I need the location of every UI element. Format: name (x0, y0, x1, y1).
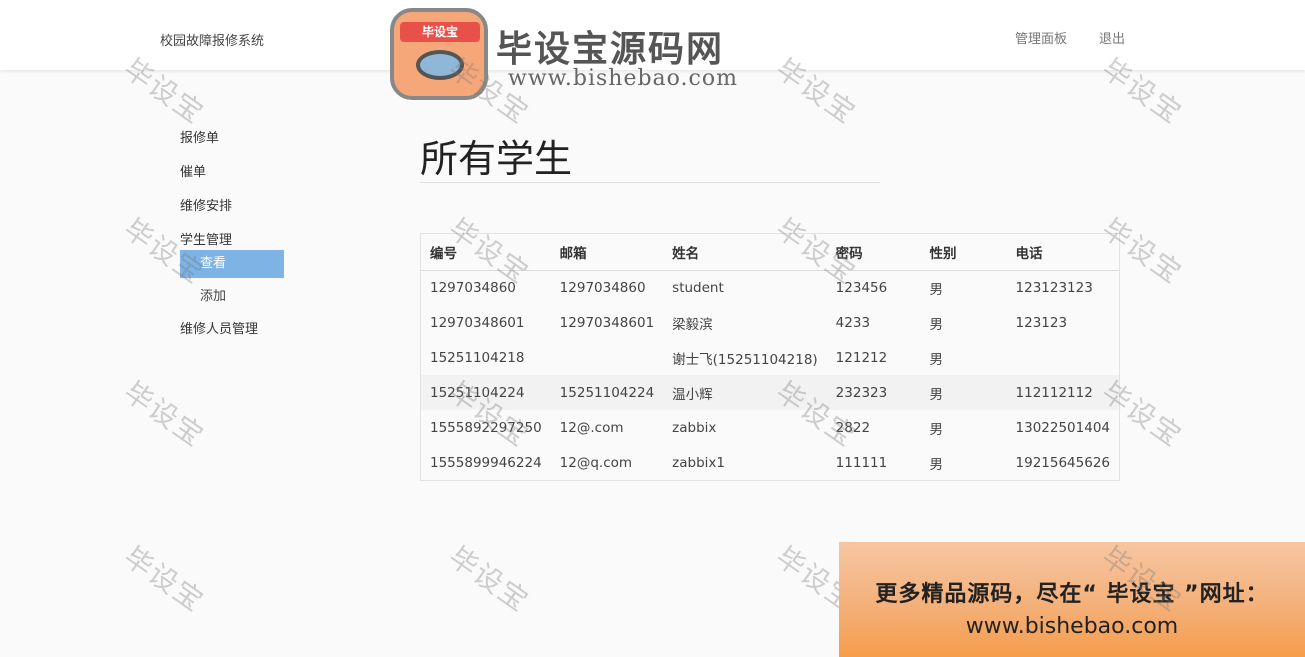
watermark-url: www.bishebao.com (508, 66, 738, 91)
watermark-badge-icon: 毕设宝 (390, 8, 488, 100)
nav-logout-link[interactable]: 退出 (1099, 28, 1125, 47)
cell-email: 15251104224 (550, 375, 664, 410)
table-row[interactable]: 1297034860 1297034860 student 123456 男 1… (421, 270, 1119, 305)
cell-password: 4233 (835, 314, 871, 331)
column-header-id: 编号 (421, 234, 551, 271)
column-header-password: 密码 (826, 234, 921, 271)
cell-id: 15251104224 (421, 375, 551, 410)
cell-email: 1297034860 (559, 279, 646, 296)
cell-phone: 112112112 (1006, 375, 1119, 410)
title-divider (420, 182, 880, 183)
cell-phone: 123123123 (1015, 279, 1093, 296)
cell-password: 123456 (835, 279, 888, 296)
watermark-logo: 毕设宝 毕设宝源码网 www.bishebao.com (390, 6, 770, 102)
table-row[interactable]: 12970348601 12970348601 梁毅滨 4233 男 12312… (421, 305, 1119, 340)
sidebar-item-reminders[interactable]: 催单 (180, 162, 290, 196)
cell-password: 111111 (835, 454, 888, 471)
sidebar-item-staff-management[interactable]: 维修人员管理 (180, 319, 290, 353)
cell-name: student (672, 279, 724, 296)
nav-dashboard-link[interactable]: 管理面板 (1015, 28, 1067, 47)
cell-phone: 13022501404 (1015, 419, 1110, 436)
watermark-face-icon (416, 50, 464, 80)
cell-gender: 男 (929, 316, 943, 333)
column-header-gender: 性别 (920, 234, 1007, 271)
cell-gender: 男 (929, 281, 943, 298)
cell-email: 12970348601 (559, 314, 655, 331)
promo-headline: 更多精品源码，尽在“ 毕设宝 ”网址： (875, 582, 1269, 607)
students-table: 编号 邮箱 姓名 密码 性别 电话 1297034860 1297034860 … (421, 234, 1119, 480)
cell-gender: 男 (929, 421, 943, 438)
watermark-stamp: 毕设宝 (442, 539, 536, 619)
promo-banner[interactable]: 更多精品源码，尽在“ 毕设宝 ”网址： www.bishebao.com (839, 542, 1305, 657)
page: 校园故障报修系统 管理面板 退出 毕设宝 毕设宝源码网 www.bishebao… (0, 0, 1305, 657)
submenu-item-view[interactable]: 查看 (180, 250, 284, 278)
student-submenu: 查看 添加 (180, 250, 290, 311)
cell-password: 232323 (826, 375, 921, 410)
students-table-container: 编号 邮箱 姓名 密码 性别 电话 1297034860 1297034860 … (420, 233, 1120, 481)
cell-name: 梁毅滨 (672, 316, 713, 333)
cell-id: 12970348601 (430, 314, 525, 331)
cell-name: 谢士飞(15251104218) (672, 351, 818, 368)
cell-password: 2822 (835, 419, 871, 436)
nav-links: 管理面板 退出 (1015, 28, 1125, 47)
table-row[interactable]: 1555899946224 12@q.com zabbix1 111111 男 … (421, 445, 1119, 480)
brand-title[interactable]: 校园故障报修系统 (160, 30, 264, 49)
submenu-item-add[interactable]: 添加 (180, 283, 284, 311)
cell-phone: 19215645626 (1015, 454, 1110, 471)
table-row[interactable]: 1555892297250 12@.com zabbix 2822 男 1302… (421, 410, 1119, 445)
sidebar-item-repair-orders[interactable]: 报修单 (180, 128, 290, 162)
column-header-name: 姓名 (663, 234, 827, 271)
sidebar-item-maintenance-schedule[interactable]: 维修安排 (180, 196, 290, 230)
cell-password: 121212 (835, 349, 888, 366)
cell-id: 15251104218 (430, 349, 525, 366)
cell-email: 12@q.com (559, 454, 633, 471)
watermark-title: 毕设宝源码网 (496, 29, 725, 70)
cell-email: 12@.com (559, 419, 624, 436)
cell-name: 温小辉 (663, 375, 827, 410)
cell-gender: 男 (929, 351, 943, 368)
cell-id: 1555899946224 (430, 454, 542, 471)
cell-id: 1555892297250 (430, 419, 542, 436)
table-header-row: 编号 邮箱 姓名 密码 性别 电话 (421, 234, 1119, 271)
cell-phone: 123123 (1015, 314, 1068, 331)
cell-gender: 男 (929, 456, 943, 473)
watermark-stamp: 毕设宝 (117, 374, 211, 454)
cell-email (551, 340, 663, 375)
table-row[interactable]: 15251104224 15251104224 温小辉 232323 男 112… (421, 375, 1119, 410)
page-title: 所有学生 (420, 137, 573, 181)
sidebar: 报修单 催单 维修安排 学生管理 查看 添加 维修人员管理 (180, 128, 290, 353)
column-header-phone: 电话 (1006, 234, 1119, 271)
watermark-badge-text: 毕设宝 (400, 22, 480, 42)
cell-name: zabbix1 (672, 454, 725, 471)
column-header-email: 邮箱 (550, 234, 664, 271)
promo-url[interactable]: www.bishebao.com (839, 614, 1305, 639)
watermark-stamp: 毕设宝 (117, 539, 211, 619)
cell-phone (1007, 340, 1119, 375)
cell-name: zabbix (672, 419, 717, 436)
cell-gender: 男 (920, 375, 1007, 410)
table-row[interactable]: 15251104218 谢士飞(15251104218) 121212 男 (421, 340, 1119, 375)
cell-id: 1297034860 (430, 279, 516, 296)
